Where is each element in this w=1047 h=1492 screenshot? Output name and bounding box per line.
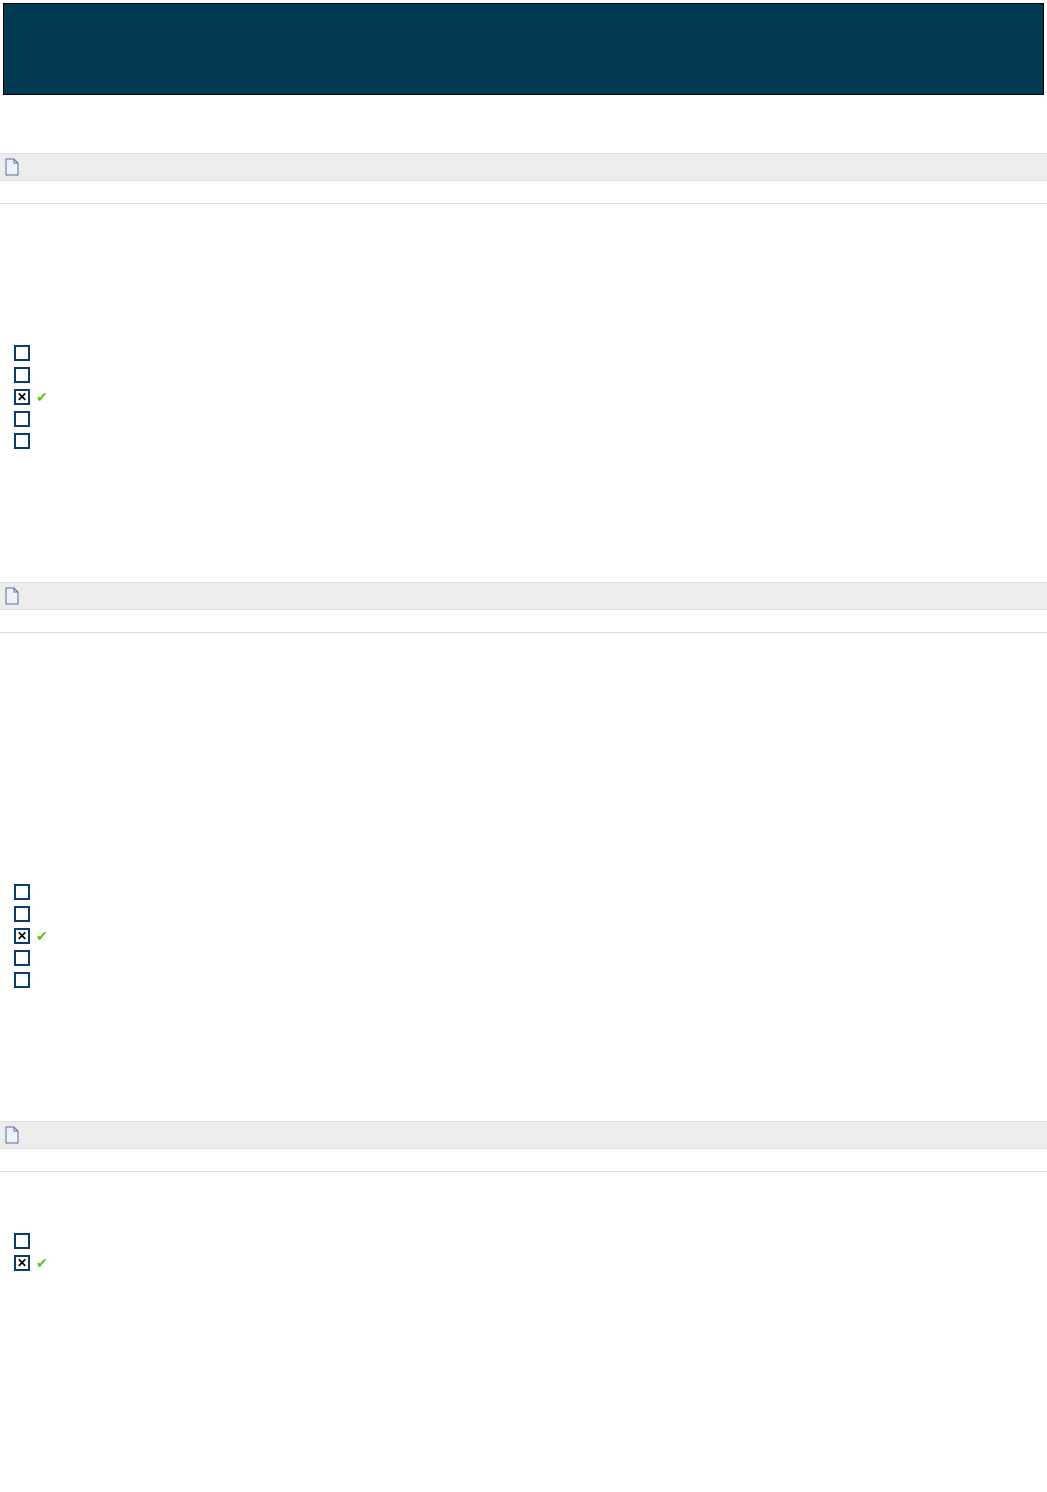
option-row[interactable]: ✔ (14, 386, 1033, 408)
question-block-2: ✔ (0, 633, 1047, 1121)
option-row[interactable] (14, 408, 1033, 430)
option-row[interactable] (14, 1230, 1033, 1252)
option-row[interactable] (14, 364, 1033, 386)
page-header-bar (3, 3, 1044, 95)
spacer (0, 98, 1047, 153)
checkbox-checked-icon[interactable] (14, 389, 30, 405)
checkbox-icon[interactable] (14, 972, 30, 988)
options-group-q3: ✔ (14, 1230, 1033, 1274)
checkbox-icon[interactable] (14, 345, 30, 361)
divider (0, 1149, 1047, 1172)
correct-check-icon: ✔ (36, 1255, 48, 1272)
checkbox-icon[interactable] (14, 906, 30, 922)
section-header-q2 (0, 582, 1047, 610)
checkbox-icon[interactable] (14, 884, 30, 900)
correct-check-icon: ✔ (36, 389, 48, 406)
document-icon (4, 158, 20, 176)
question-block-3: ✔ (0, 1172, 1047, 1284)
section-header-q1 (0, 153, 1047, 181)
checkbox-checked-icon[interactable] (14, 1255, 30, 1271)
option-row[interactable]: ✔ (14, 925, 1033, 947)
correct-check-icon: ✔ (36, 928, 48, 945)
option-row[interactable]: ✔ (14, 1252, 1033, 1274)
divider (0, 610, 1047, 633)
document-icon (4, 587, 20, 605)
checkbox-icon[interactable] (14, 1233, 30, 1249)
checkbox-icon[interactable] (14, 367, 30, 383)
option-row[interactable] (14, 342, 1033, 364)
option-row[interactable] (14, 430, 1033, 452)
options-group-q2: ✔ (14, 881, 1033, 991)
option-row[interactable] (14, 881, 1033, 903)
checkbox-icon[interactable] (14, 950, 30, 966)
question-block-1: ✔ (0, 204, 1047, 582)
option-row[interactable] (14, 947, 1033, 969)
checkbox-icon[interactable] (14, 411, 30, 427)
option-row[interactable] (14, 969, 1033, 991)
divider (0, 181, 1047, 204)
option-row[interactable] (14, 903, 1033, 925)
checkbox-icon[interactable] (14, 433, 30, 449)
section-header-q3 (0, 1121, 1047, 1149)
document-icon (4, 1126, 20, 1144)
options-group-q1: ✔ (14, 342, 1033, 452)
checkbox-checked-icon[interactable] (14, 928, 30, 944)
